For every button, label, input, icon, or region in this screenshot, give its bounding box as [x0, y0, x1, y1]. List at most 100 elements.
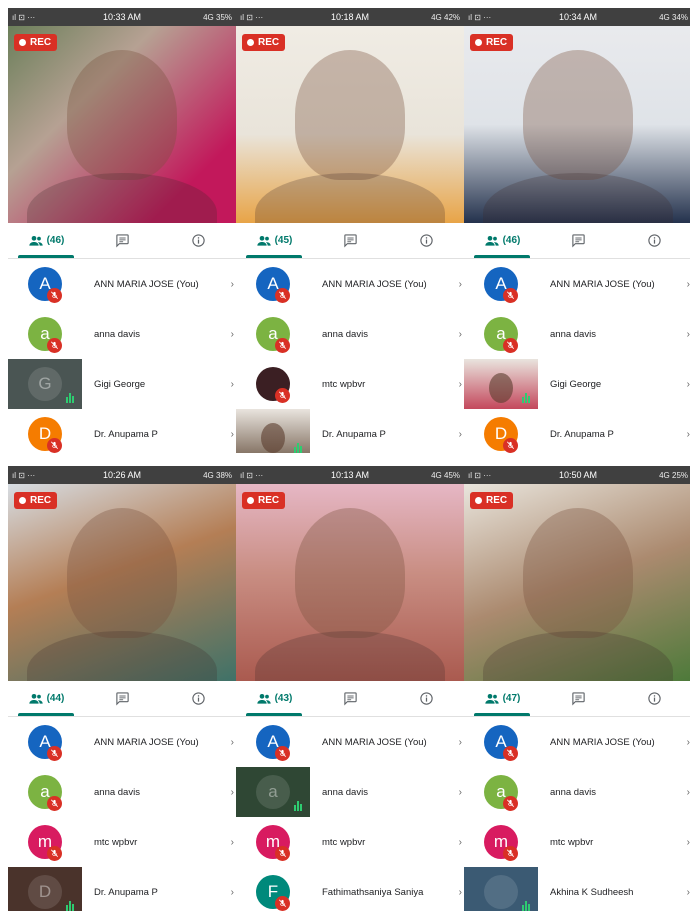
chevron-right-icon[interactable]: ›: [459, 379, 462, 390]
recording-badge: REC: [470, 34, 514, 51]
chevron-right-icon[interactable]: ›: [231, 279, 234, 290]
chevron-right-icon[interactable]: ›: [231, 379, 234, 390]
rec-label: REC: [486, 37, 508, 48]
speaker-figure: [67, 49, 177, 180]
chat-icon: [115, 691, 130, 706]
chevron-right-icon[interactable]: ›: [459, 737, 462, 748]
avatar-container: A: [8, 259, 82, 309]
tab-info[interactable]: [160, 681, 236, 716]
participant-row[interactable]: mtc wpbvr ›: [236, 359, 464, 409]
participant-name: mtc wpbvr: [550, 836, 594, 848]
participant-name: anna davis: [94, 328, 140, 340]
chevron-right-icon[interactable]: ›: [231, 329, 234, 340]
tab-chat[interactable]: [540, 223, 616, 258]
participant-row[interactable]: A ANN MARIA JOSE (You) ›: [236, 717, 464, 767]
chevron-right-icon[interactable]: ›: [687, 429, 690, 440]
status-time: 10:33 AM: [102, 12, 142, 22]
participant-row[interactable]: D Dr. Anupama P ›: [8, 867, 236, 911]
mic-off-icon: [47, 746, 62, 761]
participant-row[interactable]: G Gigi George ›: [8, 359, 236, 409]
participant-row[interactable]: a anna davis ›: [464, 309, 690, 359]
status-left: ıl ⊡ ···: [12, 470, 36, 480]
tab-chat[interactable]: [84, 223, 160, 258]
tab-chat[interactable]: [540, 681, 616, 716]
chat-icon: [115, 233, 130, 248]
participant-row[interactable]: a anna davis ›: [8, 309, 236, 359]
tab-chat[interactable]: [84, 681, 160, 716]
participant-row[interactable]: m mtc wpbvr ›: [464, 817, 690, 867]
chevron-right-icon[interactable]: ›: [231, 737, 234, 748]
mic-off-icon: [503, 438, 518, 453]
people-icon: [484, 233, 500, 249]
participant-row[interactable]: m mtc wpbvr ›: [236, 817, 464, 867]
chevron-right-icon[interactable]: ›: [687, 379, 690, 390]
chevron-right-icon[interactable]: ›: [459, 887, 462, 898]
tab-people[interactable]: (47): [464, 681, 540, 716]
record-dot-icon: [475, 39, 482, 46]
participant-name: ANN MARIA JOSE (You): [322, 736, 427, 748]
tab-people[interactable]: (46): [8, 223, 84, 258]
speaking-indicator-icon: [66, 901, 74, 911]
participant-row[interactable]: a anna davis ›: [236, 309, 464, 359]
chevron-right-icon[interactable]: ›: [231, 787, 234, 798]
participant-row[interactable]: a anna davis ›: [8, 767, 236, 817]
chevron-right-icon[interactable]: ›: [231, 837, 234, 848]
participant-row[interactable]: A ANN MARIA JOSE (You) ›: [464, 259, 690, 309]
meet-screenshot-panel: ıl ⊡ ··· 10:18 AM 4G 42% REC (45) A ANN …: [236, 8, 464, 453]
speaker-figure: [67, 507, 177, 638]
tab-info[interactable]: [388, 223, 464, 258]
chevron-right-icon[interactable]: ›: [459, 787, 462, 798]
participant-row[interactable]: Dr. Anupama P ›: [236, 409, 464, 453]
tab-people[interactable]: (44): [8, 681, 84, 716]
tab-people[interactable]: (45): [236, 223, 312, 258]
main-video: [464, 26, 690, 223]
participant-row[interactable]: a anna davis ›: [464, 767, 690, 817]
tab-people[interactable]: (46): [464, 223, 540, 258]
main-video: [464, 484, 690, 681]
chevron-right-icon[interactable]: ›: [687, 279, 690, 290]
tab-info[interactable]: [388, 681, 464, 716]
participant-row[interactable]: A ANN MARIA JOSE (You) ›: [464, 717, 690, 767]
participant-count: (43): [274, 693, 293, 704]
people-icon: [256, 691, 272, 707]
speaking-indicator-icon: [522, 393, 530, 403]
chevron-right-icon[interactable]: ›: [687, 737, 690, 748]
participant-row[interactable]: A ANN MARIA JOSE (You) ›: [8, 717, 236, 767]
chevron-right-icon[interactable]: ›: [687, 787, 690, 798]
participant-row[interactable]: Gigi George ›: [464, 359, 690, 409]
tab-chat[interactable]: [312, 223, 388, 258]
chat-icon: [343, 691, 358, 706]
chevron-right-icon[interactable]: ›: [687, 329, 690, 340]
participant-row[interactable]: D Dr. Anupama P ›: [8, 409, 236, 453]
participant-list: A ANN MARIA JOSE (You) › a anna davis › …: [464, 717, 690, 911]
chevron-right-icon[interactable]: ›: [459, 279, 462, 290]
participant-row[interactable]: A ANN MARIA JOSE (You) ›: [236, 259, 464, 309]
chevron-right-icon[interactable]: ›: [687, 887, 690, 898]
chevron-right-icon[interactable]: ›: [231, 429, 234, 440]
participant-row[interactable]: A ANN MARIA JOSE (You) ›: [8, 259, 236, 309]
participant-row[interactable]: m mtc wpbvr ›: [8, 817, 236, 867]
status-bar: ıl ⊡ ··· 10:18 AM 4G 42%: [236, 8, 464, 26]
chevron-right-icon[interactable]: ›: [459, 837, 462, 848]
status-left: ıl ⊡ ···: [12, 12, 36, 22]
chevron-right-icon[interactable]: ›: [231, 887, 234, 898]
avatar-container: m: [236, 817, 310, 867]
chevron-right-icon[interactable]: ›: [687, 837, 690, 848]
participant-row[interactable]: F Fathimathsaniya Saniya ›: [236, 867, 464, 911]
tab-info[interactable]: [160, 223, 236, 258]
mic-off-icon: [275, 388, 290, 403]
tab-people[interactable]: (43): [236, 681, 312, 716]
chevron-right-icon[interactable]: ›: [459, 429, 462, 440]
participant-name: ANN MARIA JOSE (You): [550, 278, 655, 290]
tab-chat[interactable]: [312, 681, 388, 716]
participant-row[interactable]: D Dr. Anupama P ›: [464, 409, 690, 453]
chat-icon: [571, 233, 586, 248]
tab-info[interactable]: [616, 681, 690, 716]
chat-icon: [343, 233, 358, 248]
tab-info[interactable]: [616, 223, 690, 258]
chevron-right-icon[interactable]: ›: [459, 329, 462, 340]
avatar-letter: D: [38, 882, 52, 901]
participant-row[interactable]: a anna davis ›: [236, 767, 464, 817]
avatar-container: D: [464, 409, 538, 453]
participant-row[interactable]: Akhina K Sudheesh ›: [464, 867, 690, 911]
